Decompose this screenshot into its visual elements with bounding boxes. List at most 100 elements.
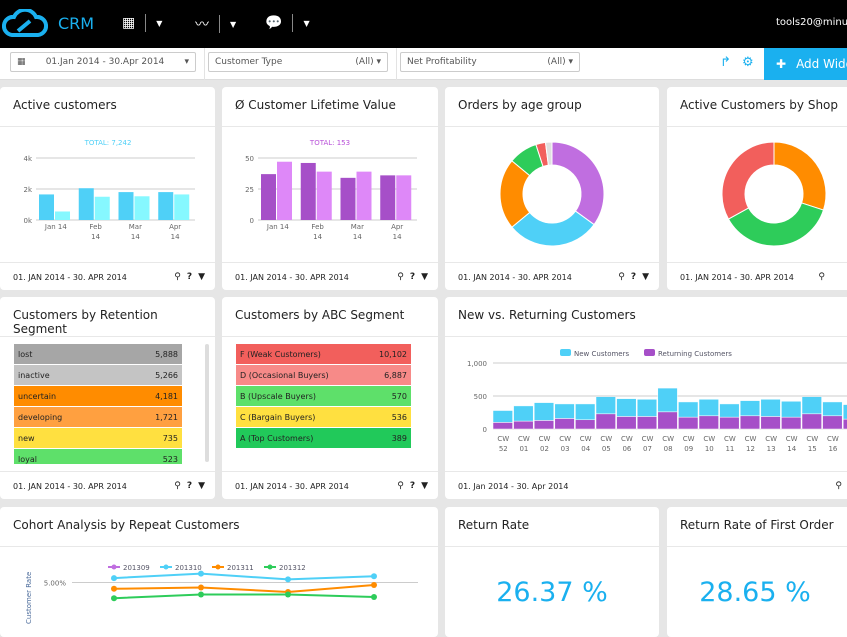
tick-line: 11: [725, 445, 734, 453]
tick-line: 52: [499, 445, 508, 453]
help-icon[interactable]: ?: [187, 481, 192, 491]
search-icon[interactable]: ⚲: [397, 272, 404, 282]
data-point: [198, 591, 204, 598]
bar: [380, 175, 396, 220]
row-label: B (Upscale Buyers): [240, 391, 317, 401]
date-range-select[interactable]: ▦ 01.Jan 2014 - 30.Apr 2014 ▾: [10, 52, 196, 72]
tick-line: 12: [746, 445, 755, 453]
table-row[interactable]: B (Upscale Buyers) 570: [236, 386, 411, 407]
x-tick-label: CW 11: [724, 435, 736, 453]
shop-donut-chart: [721, 141, 827, 247]
table-row[interactable]: F (Weak Customers) 10,102: [236, 344, 411, 365]
y-tick-label: 5.00%: [44, 580, 67, 588]
filter-icon[interactable]: ▼: [198, 272, 205, 282]
bar: [657, 387, 678, 413]
bar: [533, 420, 555, 430]
filter-icon[interactable]: ▼: [421, 481, 428, 491]
tick-line: 10: [705, 445, 714, 453]
gear-icon[interactable]: ⚙: [742, 55, 754, 70]
help-icon[interactable]: ?: [410, 272, 415, 282]
table-row[interactable]: inactive 5,266: [14, 365, 182, 386]
age-donut-chart: [499, 141, 605, 247]
chart-line-icon: 〰: [195, 17, 209, 33]
search-icon[interactable]: ⚲: [174, 481, 181, 491]
widget-retention: Customers by Retention Segment lost 5,888…: [0, 297, 215, 499]
add-widget-button[interactable]: ✚Add Widget: [764, 48, 847, 80]
data-point: [285, 576, 291, 583]
filter-icon[interactable]: ▼: [198, 481, 205, 491]
bar: [781, 401, 802, 418]
donut-slice: [773, 141, 827, 211]
row-value: 6,887: [384, 370, 407, 380]
row-value: 1,721: [155, 412, 178, 422]
share-icon[interactable]: ↱: [720, 55, 731, 70]
x-tick-label: CW 06: [621, 435, 633, 453]
table-row[interactable]: A (Top Customers) 389: [236, 428, 411, 449]
search-icon[interactable]: ⚲: [618, 272, 625, 282]
return-rate-value: 26.37 %: [496, 577, 608, 608]
tick-line: CW: [724, 435, 736, 443]
table-row[interactable]: loyal 523: [14, 449, 182, 464]
search-icon[interactable]: ⚲: [174, 272, 181, 282]
row-label: developing: [18, 412, 63, 422]
filter-icon[interactable]: ▼: [421, 272, 428, 282]
row-value: 5,266: [155, 370, 178, 380]
tick-line: CW: [621, 435, 633, 443]
widget-title: Active customers: [13, 98, 117, 112]
analytics-menu[interactable]: 〰 ▼: [195, 14, 236, 34]
help-icon[interactable]: ?: [410, 481, 415, 491]
comments-menu[interactable]: 💬 ▼: [265, 14, 310, 32]
help-icon[interactable]: ?: [187, 272, 192, 282]
legend-label: Returning Customers: [658, 350, 732, 358]
bar: [801, 396, 822, 415]
bar: [554, 403, 575, 419]
series-line: [113, 572, 375, 581]
widget-title: Cohort Analysis by Repeat Customers: [13, 518, 240, 532]
cloud-logo-icon[interactable]: [2, 9, 48, 39]
apps-menu[interactable]: ▦ ▼: [122, 14, 162, 32]
help-icon[interactable]: ?: [631, 272, 636, 282]
bar: [698, 415, 719, 430]
customer-type-select[interactable]: Customer Type (All) ▾: [208, 52, 388, 72]
widget-clv: Ø Customer Lifetime Value TOTAL: 153 0 25 5…: [222, 87, 438, 290]
bar: [760, 399, 781, 417]
bar: [760, 416, 781, 430]
search-icon[interactable]: ⚲: [818, 272, 825, 282]
tick-line: CW: [559, 435, 571, 443]
comments-icon: 💬: [265, 15, 283, 31]
table-row[interactable]: C (Bargain Buyers) 536: [236, 407, 411, 428]
tick-line: CW: [518, 435, 530, 443]
app-name[interactable]: CRM: [58, 14, 94, 33]
tick-line: CW: [745, 435, 757, 443]
legend-label: 201310: [175, 564, 202, 572]
tick-line: 16: [828, 445, 837, 453]
table-row[interactable]: developing 1,721: [14, 407, 182, 428]
bar: [698, 399, 719, 417]
chevron-down-icon: ▾: [184, 57, 189, 67]
table-row[interactable]: uncertain 4,181: [14, 386, 182, 407]
date-range: 01. JAN 2014 - 30. APR 2014: [235, 273, 349, 282]
search-icon[interactable]: ⚲: [835, 481, 842, 491]
widget-return-rate: Return Rate 26.37 %: [445, 507, 659, 637]
filter-icon[interactable]: ▼: [642, 272, 649, 282]
bar: [822, 415, 843, 430]
scrollbar[interactable]: [205, 344, 209, 462]
row-label: loyal: [18, 454, 37, 464]
table-row[interactable]: D (Occasional Buyers) 6,887: [236, 365, 411, 386]
chart-total: TOTAL: 7,242: [84, 139, 132, 147]
retention-table: lost 5,888 inactive 5,266 uncertain 4,181 deve…: [14, 344, 182, 464]
widget-title: Return Rate of First Order: [680, 518, 834, 532]
table-row[interactable]: lost 5,888: [14, 344, 182, 365]
chevron-down-icon: ▼: [230, 19, 237, 29]
y-tick-label: 50: [245, 155, 254, 163]
search-icon[interactable]: ⚲: [397, 481, 404, 491]
bar: [55, 211, 70, 220]
bar: [719, 416, 740, 430]
table-row[interactable]: new 735: [14, 428, 182, 449]
bar: [657, 411, 678, 430]
user-email[interactable]: tools20@minubo: [776, 17, 847, 28]
x-tick-label: CW 16: [827, 435, 839, 453]
net-profitability-select[interactable]: Net Profitability (All) ▾: [400, 52, 580, 72]
bar: [134, 196, 150, 220]
chevron-down-icon: ▾: [568, 57, 573, 67]
